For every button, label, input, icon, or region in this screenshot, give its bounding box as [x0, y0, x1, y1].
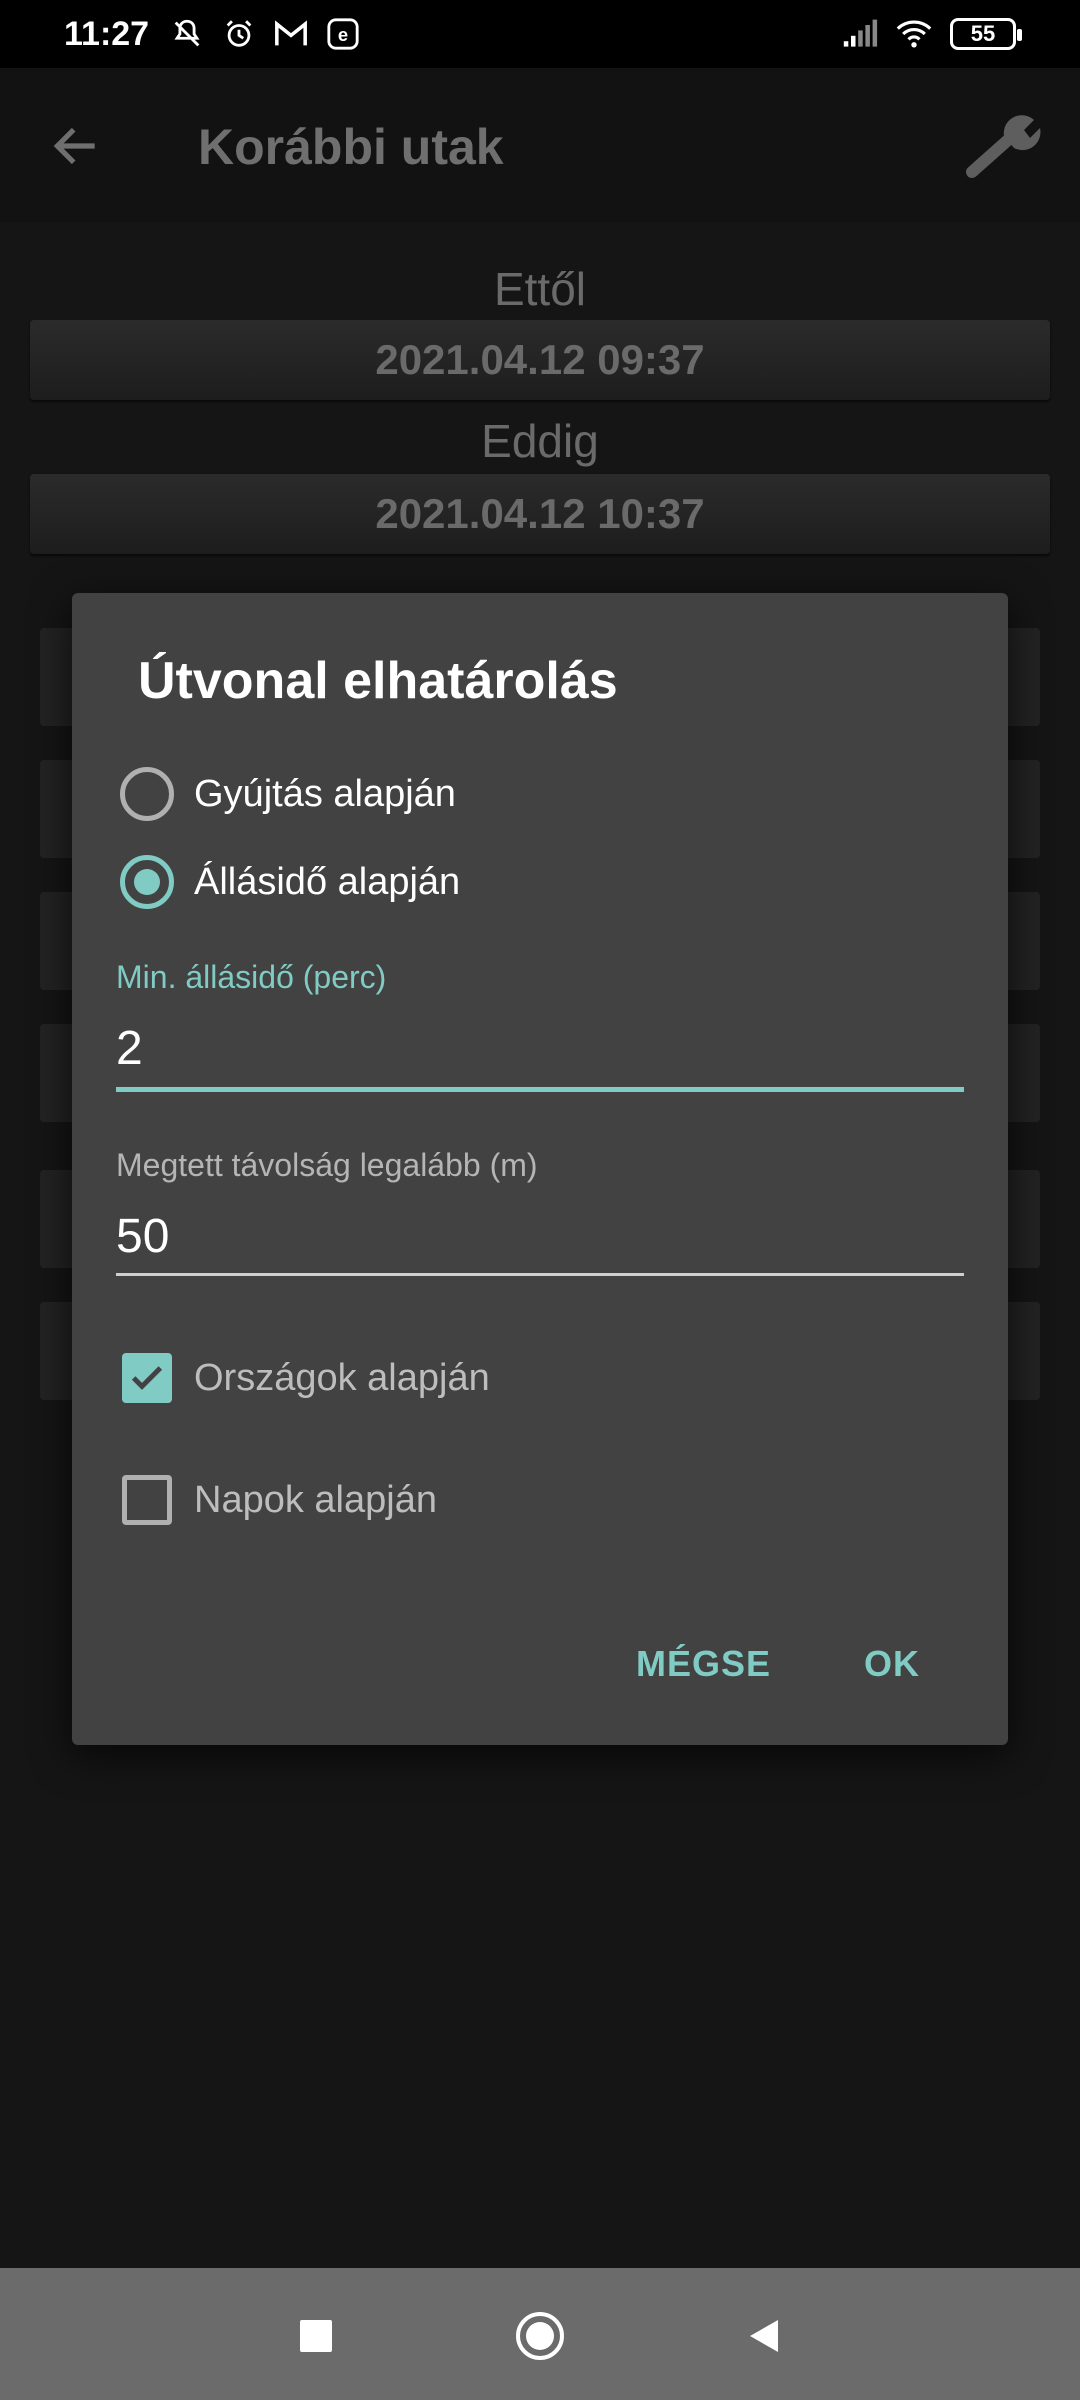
radio-button-selected[interactable] [120, 855, 174, 909]
signal-icon [842, 16, 878, 52]
checkbox-unchecked[interactable] [122, 1475, 172, 1525]
e-app-icon: e [325, 16, 361, 52]
from-label: Ettől [493, 263, 587, 315]
cancel-button[interactable]: MÉGSE [628, 1633, 779, 1695]
to-date-button[interactable]: 2021.04.12 10:37 [30, 474, 1050, 554]
gmail-icon [273, 16, 309, 52]
min-idle-underline [116, 1087, 964, 1092]
from-date-button[interactable]: 2021.04.12 09:37 [30, 320, 1050, 400]
wifi-icon [896, 16, 932, 52]
radio-button[interactable] [120, 767, 174, 821]
checkbox-row-countries[interactable]: Országok alapján [122, 1343, 490, 1413]
to-label: Eddig [481, 415, 599, 467]
wrench-icon[interactable] [964, 112, 1044, 182]
radio-ignition[interactable]: Gyújtás alapján [120, 759, 456, 829]
svg-text:e: e [338, 24, 348, 45]
min-distance-underline [116, 1273, 964, 1276]
radio-idle-time[interactable]: Állásidő alapján [120, 847, 460, 917]
arrow-left-icon[interactable] [48, 118, 104, 174]
back-triangle-icon[interactable] [736, 2308, 792, 2364]
radio-label: Állásidő alapján [194, 860, 461, 903]
page-title: Korábbi utak [198, 119, 504, 175]
recents-icon[interactable] [288, 2308, 344, 2364]
status-bar: 11:27 e 55 [0, 0, 1080, 68]
status-time: 11:27 [64, 14, 150, 53]
checkbox-checked[interactable] [122, 1353, 172, 1403]
ok-button[interactable]: OK [856, 1633, 928, 1695]
min-distance-input[interactable]: 50 [116, 1209, 169, 1264]
checkbox-label: Napok alapján [194, 1478, 437, 1521]
status-icons-left: e [169, 16, 361, 52]
mute-icon [169, 16, 205, 52]
checkbox-label: Országok alapján [194, 1356, 490, 1399]
check-icon [131, 1366, 163, 1390]
min-distance-label: Megtett távolság legalább (m) [116, 1147, 538, 1183]
min-idle-label: Min. állásidő (perc) [116, 959, 387, 995]
radio-label: Gyújtás alapján [194, 772, 456, 815]
status-icons-right: 55 [842, 16, 1022, 52]
navigation-bar [0, 2268, 1080, 2400]
checkbox-row-days[interactable]: Napok alapján [122, 1465, 437, 1535]
app-bar: Korábbi utak [0, 68, 1080, 222]
min-idle-input[interactable]: 2 [116, 1021, 143, 1076]
alarm-icon [221, 16, 257, 52]
route-split-dialog: Útvonal elhatárolás Gyújtás alapján Állá… [72, 593, 1008, 1745]
battery-icon: 55 [950, 18, 1022, 50]
home-icon[interactable] [512, 2308, 568, 2364]
dialog-title: Útvonal elhatárolás [138, 652, 618, 710]
